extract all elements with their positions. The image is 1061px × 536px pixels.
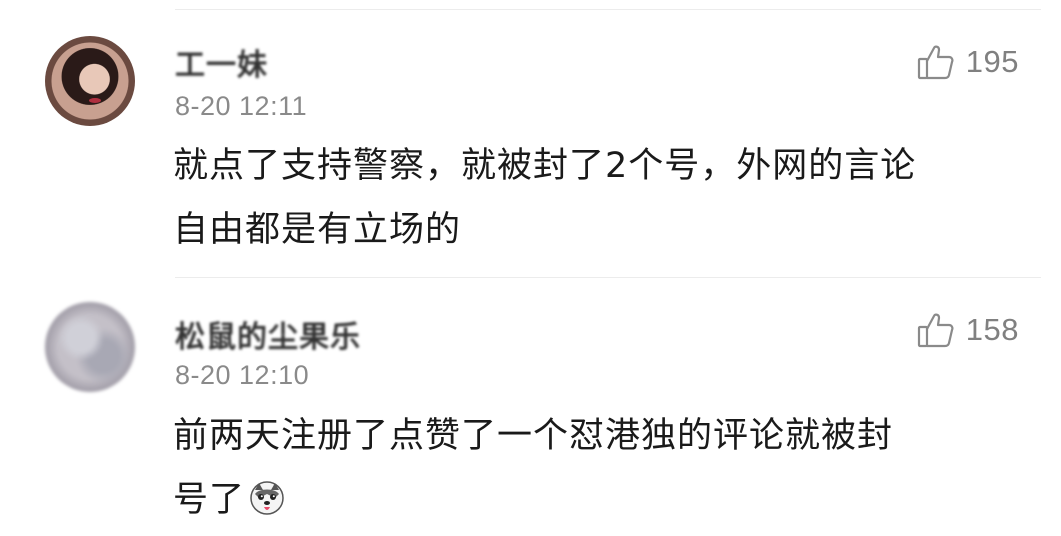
avatar-detail	[89, 98, 101, 103]
username[interactable]: 松鼠的尘果乐	[175, 312, 361, 356]
comment-item: 松鼠的尘果乐 8-20 12:10 158 前两天注册了点赞了一个怼港独的评论就…	[0, 278, 1061, 536]
username[interactable]: 工一妹	[175, 40, 268, 84]
comment-item: 工一妹 8-20 12:11 195 就点了支持警察，就被封了2个号，外网的言论…	[0, 0, 1061, 278]
thumbs-up-icon	[917, 45, 954, 80]
like-button[interactable]: 195	[916, 42, 1019, 82]
user-avatar[interactable]	[45, 36, 135, 126]
user-avatar[interactable]	[45, 302, 135, 392]
like-count: 195	[965, 44, 1019, 79]
comment-line: 前两天注册了点赞了一个怼港独的评论就被封	[173, 416, 894, 456]
comment-body: 就点了支持警察，就被封了2个号，外网的言论 自由都是有立场的	[173, 134, 1023, 262]
comment-line-last: 号了	[173, 468, 1023, 532]
husky-dog-emoji-icon	[250, 481, 284, 515]
comment-line: 就点了支持警察，就被封了2个号，外网的言论	[173, 146, 917, 186]
comment-timestamp: 8-20 12:10	[175, 360, 310, 390]
thumbs-up-icon	[917, 313, 954, 348]
like-count: 158	[965, 312, 1019, 347]
like-button[interactable]: 158	[916, 310, 1019, 350]
comment-timestamp: 8-20 12:11	[175, 91, 308, 121]
comment-line: 自由都是有立场的	[173, 210, 462, 250]
comment-line-text: 号了	[173, 480, 246, 520]
comment-body: 前两天注册了点赞了一个怼港独的评论就被封 号了	[173, 404, 1023, 532]
